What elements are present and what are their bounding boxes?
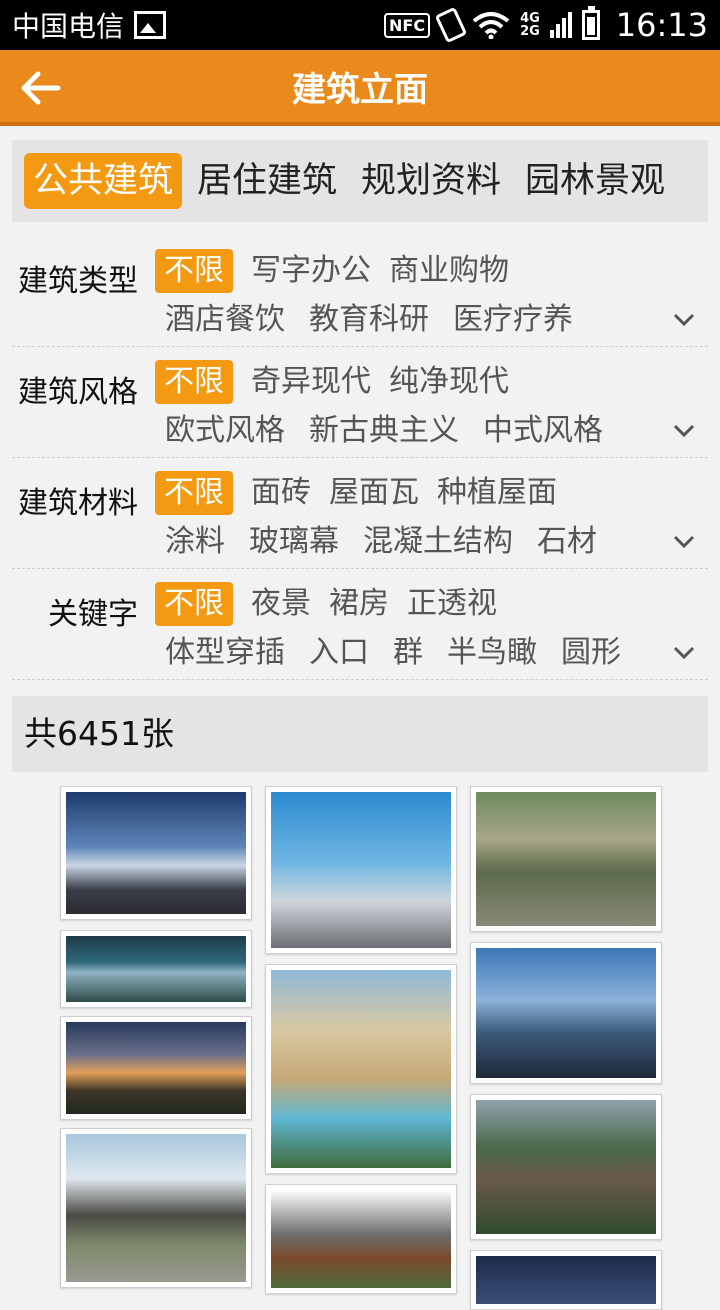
filter-option[interactable]: 混凝土结构 bbox=[363, 522, 513, 562]
filter-option[interactable]: 体型穿插 bbox=[165, 633, 285, 673]
filter-option[interactable]: 种植屋面 bbox=[437, 473, 557, 513]
filter-option[interactable]: 写字办公 bbox=[251, 251, 371, 291]
filter-row-building-style: 建筑风格 不限 奇异现代 纯净现代 欧式风格 新古典主义 中式风格 bbox=[12, 347, 708, 458]
filter-option[interactable]: 商业购物 bbox=[389, 251, 509, 291]
gallery-image[interactable] bbox=[60, 1016, 252, 1120]
filter-option[interactable]: 群 bbox=[393, 633, 423, 673]
filter-option[interactable]: 屋面瓦 bbox=[329, 473, 419, 513]
filter-option[interactable]: 圆形 bbox=[561, 633, 621, 673]
filter-option-selected[interactable]: 不限 bbox=[155, 249, 233, 293]
filter-option[interactable]: 面砖 bbox=[251, 473, 311, 513]
filter-label: 关键字 bbox=[48, 597, 138, 632]
filter-option[interactable]: 石材 bbox=[537, 522, 597, 562]
filter-option[interactable]: 酒店餐饮 bbox=[165, 300, 285, 340]
filter-option[interactable]: 教育科研 bbox=[309, 300, 429, 340]
filter-option[interactable]: 医疗疗养 bbox=[453, 300, 573, 340]
gallery-image[interactable] bbox=[60, 1128, 252, 1288]
filter-label: 建筑类型 bbox=[18, 264, 138, 299]
filter-option[interactable]: 纯净现代 bbox=[389, 362, 509, 402]
tab-planning-materials[interactable]: 规划资料 bbox=[352, 153, 510, 209]
tab-public-buildings[interactable]: 公共建筑 bbox=[24, 153, 183, 209]
image-notification-icon bbox=[134, 11, 167, 39]
chevron-down-icon[interactable] bbox=[672, 530, 696, 554]
filter-option-selected[interactable]: 不限 bbox=[155, 360, 233, 404]
filter-option[interactable]: 正透视 bbox=[407, 584, 497, 624]
top-app-bar: 建筑立面 bbox=[0, 50, 720, 126]
filter-option[interactable]: 欧式风格 bbox=[165, 411, 285, 451]
page-title: 建筑立面 bbox=[292, 69, 428, 110]
filter-option-selected[interactable]: 不限 bbox=[155, 582, 233, 626]
category-tabs: 公共建筑 居住建筑 规划资料 园林景观 bbox=[12, 140, 708, 222]
network-type: 4G 2G bbox=[520, 11, 540, 39]
carrier-name: 中国电信 bbox=[12, 10, 125, 43]
battery-icon bbox=[581, 6, 600, 40]
gallery-image[interactable] bbox=[60, 786, 252, 920]
signal-icon bbox=[549, 12, 572, 38]
gallery-image[interactable] bbox=[265, 1184, 457, 1294]
filter-option[interactable]: 涂料 bbox=[165, 522, 225, 562]
gallery-image[interactable] bbox=[265, 964, 457, 1174]
filter-option[interactable]: 中式风格 bbox=[483, 411, 603, 451]
nfc-icon: NFC bbox=[384, 12, 431, 38]
gallery-image[interactable] bbox=[60, 930, 252, 1008]
filter-panel: 建筑类型 不限 写字办公 商业购物 酒店餐饮 教育科研 医疗疗养 建筑风格 不限… bbox=[0, 236, 720, 680]
gallery-image[interactable] bbox=[470, 942, 662, 1084]
filter-option[interactable]: 奇异现代 bbox=[251, 362, 371, 402]
vibrate-icon bbox=[434, 6, 468, 44]
filter-option[interactable]: 入口 bbox=[309, 633, 369, 673]
tab-landscape[interactable]: 园林景观 bbox=[516, 153, 674, 209]
filter-option-selected[interactable]: 不限 bbox=[155, 471, 233, 515]
image-gallery bbox=[0, 786, 720, 1310]
filter-option[interactable]: 半鸟瞰 bbox=[447, 633, 537, 673]
filter-row-keyword: 关键字 不限 夜景 裙房 正透视 体型穿插 入口 群 半鸟瞰 圆形 bbox=[12, 569, 708, 680]
filter-option[interactable]: 裙房 bbox=[329, 584, 389, 624]
status-bar: 中国电信 NFC 4G 2G 16:13 bbox=[0, 0, 720, 50]
back-arrow-icon[interactable] bbox=[18, 66, 62, 110]
filter-option[interactable]: 玻璃幕 bbox=[249, 522, 339, 562]
chevron-down-icon[interactable] bbox=[672, 641, 696, 665]
filter-row-building-material: 建筑材料 不限 面砖 屋面瓦 种植屋面 涂料 玻璃幕 混凝土结构 石材 bbox=[12, 458, 708, 569]
wifi-icon bbox=[472, 12, 510, 39]
chevron-down-icon[interactable] bbox=[672, 308, 696, 332]
gallery-image[interactable] bbox=[470, 786, 662, 932]
chevron-down-icon[interactable] bbox=[672, 419, 696, 443]
result-count: 共6451张 bbox=[12, 696, 708, 772]
gallery-image[interactable] bbox=[470, 1250, 662, 1310]
gallery-image[interactable] bbox=[265, 786, 457, 954]
filter-label: 建筑材料 bbox=[18, 486, 138, 521]
filter-option[interactable]: 夜景 bbox=[251, 584, 311, 624]
clock: 16:13 bbox=[615, 6, 708, 44]
filter-label: 建筑风格 bbox=[18, 375, 138, 410]
filter-option[interactable]: 新古典主义 bbox=[309, 411, 459, 451]
filter-row-building-type: 建筑类型 不限 写字办公 商业购物 酒店餐饮 教育科研 医疗疗养 bbox=[12, 236, 708, 347]
tab-residential-buildings[interactable]: 居住建筑 bbox=[188, 153, 346, 209]
gallery-image[interactable] bbox=[470, 1094, 662, 1240]
